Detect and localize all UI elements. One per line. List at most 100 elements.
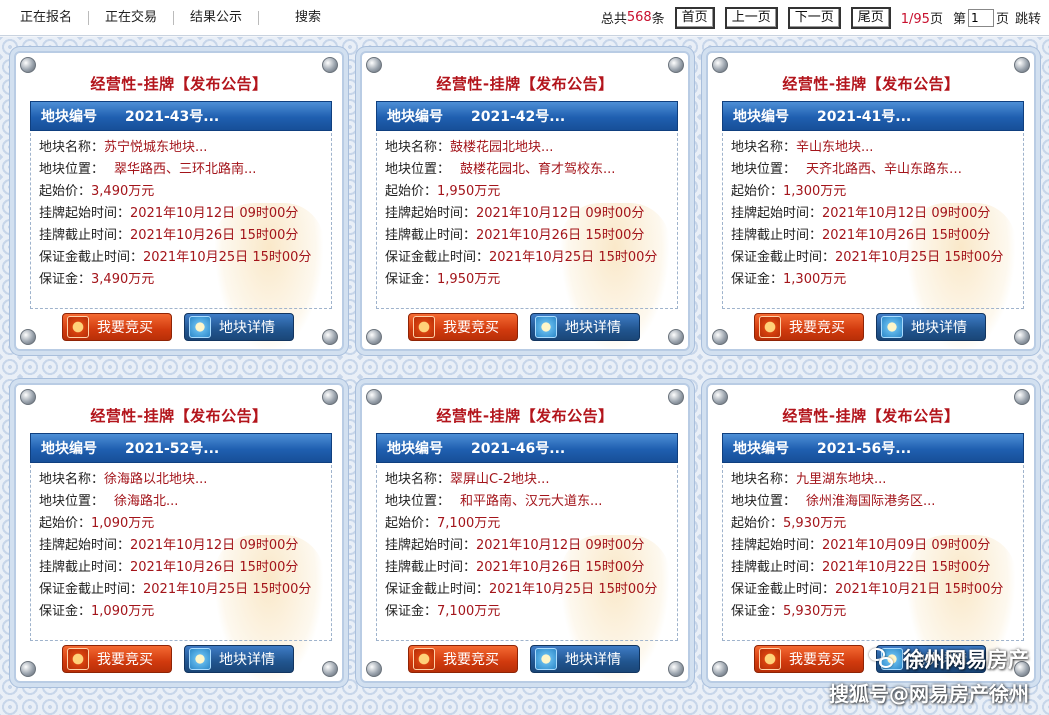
total-prefix: 总共 xyxy=(600,12,627,27)
deposit-deadline-label: 保证金截止时间： xyxy=(731,250,836,265)
row-start-price: 起始价：3,490万元 xyxy=(39,181,323,203)
location-value: 和平路南、汉元大道东... xyxy=(460,494,603,509)
deposit-deadline-value: 2021年10月25日 15时00分 xyxy=(835,250,1004,265)
name-value: 徐海路以北地块... xyxy=(104,472,208,487)
parcel-code: 2021-43号... xyxy=(125,109,220,125)
parcel-code: 2021-42号... xyxy=(471,109,566,125)
gavel-icon xyxy=(67,648,89,670)
name-label: 地块名称： xyxy=(731,140,797,155)
detail-button[interactable]: 地块详情 xyxy=(876,313,986,341)
total-suffix: 条 xyxy=(651,12,665,27)
card-body: 地块名称：苏宁悦城东地块... 地块位置： 翠华路西、三环北路南... 起始价：3… xyxy=(30,133,332,309)
deposit-label: 保证金： xyxy=(39,604,92,619)
deposit-deadline-value: 2021年10月25日 15时00分 xyxy=(489,582,658,597)
bid-button[interactable]: 我要竞买 xyxy=(62,313,172,341)
row-listing-end: 挂牌截止时间：2021年10月26日 15时00分 xyxy=(385,225,669,247)
parcel-code-label: 地块编号 xyxy=(41,109,97,125)
name-label: 地块名称： xyxy=(385,140,451,155)
nav-item-search[interactable]: 搜索 xyxy=(259,10,337,25)
current-page: 1 xyxy=(900,12,910,27)
listing-end-label: 挂牌截止时间： xyxy=(39,560,131,575)
last-page-button[interactable]: 尾页 xyxy=(850,6,891,29)
card-buttons: 我要竞买 地块详情 xyxy=(754,313,994,343)
row-listing-start: 挂牌起始时间：2021年10月12日 09时00分 xyxy=(731,203,1015,225)
row-deposit-deadline: 保证金截止时间：2021年10月25日 15时00分 xyxy=(385,579,669,601)
card-title: 经营性-挂牌【发布公告】 xyxy=(782,75,960,93)
deposit-label: 保证金： xyxy=(385,604,438,619)
location-value: 翠华路西、三环北路南... xyxy=(114,162,257,177)
listing-start-label: 挂牌起始时间： xyxy=(731,206,823,221)
parcel-code: 2021-41号... xyxy=(817,109,912,125)
listing-end-value: 2021年10月26日 15时00分 xyxy=(130,228,299,243)
start-price-value: 1,090万元 xyxy=(91,516,155,531)
deposit-deadline-value: 2021年10月21日 15时00分 xyxy=(835,582,1004,597)
card-body: 地块名称：九里湖东地块... 地块位置： 徐州淮海国际港务区... 起始价：5,9… xyxy=(722,465,1024,641)
start-price-value: 1,950万元 xyxy=(437,184,501,199)
deposit-value: 3,490万元 xyxy=(91,272,155,287)
wechat-logo-icon xyxy=(869,648,895,670)
first-page-button[interactable]: 首页 xyxy=(674,6,715,29)
name-value: 辛山东地块... xyxy=(796,140,874,155)
bid-button[interactable]: 我要竞买 xyxy=(408,645,518,673)
rivet-icon xyxy=(1014,329,1030,345)
gavel-icon xyxy=(67,316,89,338)
row-start-price: 起始价：1,950万元 xyxy=(385,181,669,203)
jump-button[interactable]: 跳转 xyxy=(1015,8,1041,27)
gavel-icon xyxy=(759,648,781,670)
deposit-label: 保证金： xyxy=(385,272,438,287)
bid-button[interactable]: 我要竞买 xyxy=(62,645,172,673)
deposit-deadline-label: 保证金截止时间： xyxy=(39,250,144,265)
nav-item-trading[interactable]: 正在交易 xyxy=(89,10,175,25)
listing-grid: 经营性-挂牌【发布公告】 地块编号 2021-43号... 地块名称：苏宁悦城东… xyxy=(0,37,1049,715)
name-value: 苏宁悦城东地块... xyxy=(104,140,208,155)
listing-end-label: 挂牌截止时间： xyxy=(731,560,823,575)
nav-item-results[interactable]: 结果公示 xyxy=(174,10,260,25)
nav-item-registering[interactable]: 正在报名 xyxy=(0,10,90,25)
row-location: 地块位置： 天齐北路西、辛山东路东… xyxy=(731,159,1015,181)
bid-button-label: 我要竞买 xyxy=(97,652,153,668)
start-price-label: 起始价： xyxy=(385,516,438,531)
card-buttons: 我要竞买 地块详情 xyxy=(408,645,648,675)
rivet-icon xyxy=(712,57,728,73)
info-icon xyxy=(881,316,903,338)
location-label: 地块位置： xyxy=(385,494,451,509)
listing-start-value: 2021年10月12日 09时00分 xyxy=(822,206,991,221)
prev-page-button[interactable]: 上一页 xyxy=(724,6,778,29)
start-price-value: 5,930万元 xyxy=(783,516,847,531)
start-price-label: 起始价： xyxy=(731,184,784,199)
listing-end-label: 挂牌截止时间： xyxy=(385,560,477,575)
name-label: 地块名称： xyxy=(39,140,105,155)
parcel-code-label: 地块编号 xyxy=(387,441,443,457)
detail-button[interactable]: 地块详情 xyxy=(184,645,294,673)
location-value: 鼓楼花园北、育才驾校东... xyxy=(460,162,616,177)
detail-button-label: 地块详情 xyxy=(565,652,621,668)
pager: 总共568条 首页 上一页 下一页 尾页 1/95页 第页 跳转 xyxy=(600,6,1049,29)
detail-button-label: 地块详情 xyxy=(911,320,967,336)
goto-page-input[interactable] xyxy=(967,8,994,27)
row-deposit: 保证金：1,090万元 xyxy=(39,601,323,623)
start-price-value: 3,490万元 xyxy=(91,184,155,199)
rivet-icon xyxy=(20,57,36,73)
parcel-code: 2021-46号... xyxy=(471,441,566,457)
bid-button[interactable]: 我要竞买 xyxy=(408,313,518,341)
card-header: 地块编号 2021-52号... xyxy=(30,433,332,463)
info-icon xyxy=(189,316,211,338)
listing-end-label: 挂牌截止时间： xyxy=(731,228,823,243)
deposit-value: 1,300万元 xyxy=(783,272,847,287)
source-watermark-line2: 搜狐号@网易房产徐州 xyxy=(829,682,1029,706)
row-start-price: 起始价：1,090万元 xyxy=(39,513,323,535)
row-deposit-deadline: 保证金截止时间：2021年10月25日 15时00分 xyxy=(39,247,323,269)
deposit-deadline-value: 2021年10月25日 15时00分 xyxy=(489,250,658,265)
detail-button[interactable]: 地块详情 xyxy=(530,313,640,341)
goto-suffix: 页 xyxy=(995,12,1009,27)
listing-end-value: 2021年10月26日 15时00分 xyxy=(476,560,645,575)
deposit-deadline-label: 保证金截止时间： xyxy=(385,582,490,597)
detail-button-label: 地块详情 xyxy=(565,320,621,336)
detail-button[interactable]: 地块详情 xyxy=(184,313,294,341)
next-page-button[interactable]: 下一页 xyxy=(787,6,841,29)
row-location: 地块位置： 翠华路西、三环北路南... xyxy=(39,159,323,181)
bid-button[interactable]: 我要竞买 xyxy=(754,313,864,341)
row-location: 地块位置： 徐州淮海国际港务区... xyxy=(731,491,1015,513)
total-count: 568 xyxy=(626,10,652,25)
detail-button[interactable]: 地块详情 xyxy=(530,645,640,673)
